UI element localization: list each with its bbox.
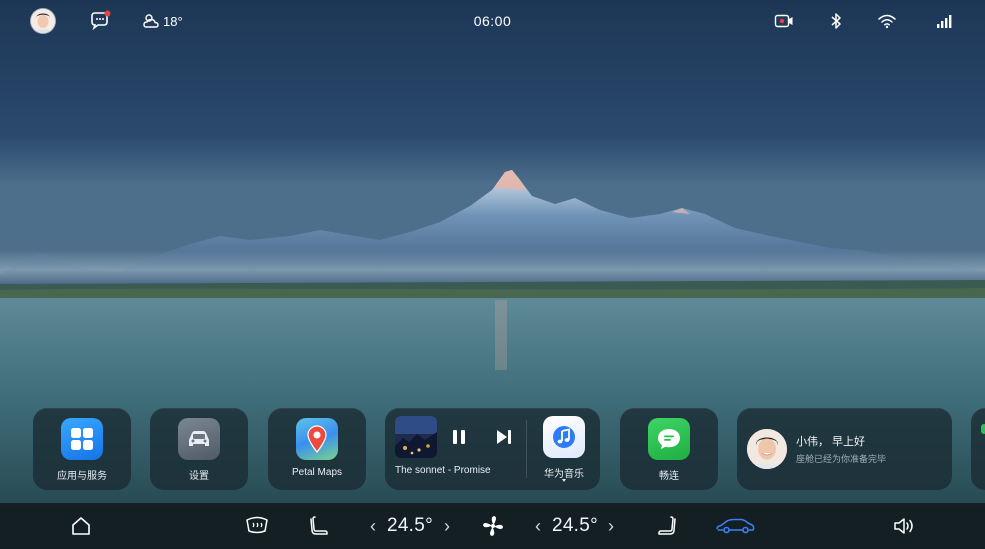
app-label: 畅连 [659,471,679,482]
greeting-title: 小伟， 早上好 [796,436,866,448]
signal-indicator [936,9,954,33]
rear-defrost-button[interactable] [244,513,270,539]
dashcam-button[interactable] [774,9,794,33]
volume-button[interactable] [890,513,918,539]
track-title: The sonnet - Promise [395,465,491,476]
avatar [747,429,787,469]
greeting-subtitle: 座舱已经为你准备完毕 [796,454,887,464]
bluetooth-button[interactable] [829,9,843,33]
next-track-button[interactable] [491,424,517,450]
rear-defrost-icon [246,516,268,534]
passenger-seat-button[interactable] [654,513,680,539]
app-label: Petal Maps [291,467,343,478]
next-icon [497,430,511,444]
map-pin-icon [296,418,338,460]
wifi-button[interactable] [877,9,897,33]
car-settings-icon [178,418,220,460]
chevron-right-icon: › [608,515,614,536]
music-note-icon[interactable] [543,416,585,458]
chat-bubble-icon [648,418,690,460]
app-card-apps-services[interactable]: 应用与服务 [33,408,131,490]
driver-seat-button[interactable] [306,513,332,539]
card-peek-icon [981,424,985,434]
chevron-left-icon: ‹ [370,515,376,536]
media-divider [526,420,527,478]
passenger-temperature[interactable]: 24.5° [551,513,599,539]
driver-seat-icon [310,516,328,535]
driver-temp-decrease[interactable]: ‹ [366,513,380,539]
driver-temp-increase[interactable]: › [440,513,454,539]
car-status-icon [716,518,755,534]
fan-button[interactable] [480,513,506,539]
app-card-petal-maps[interactable]: Petal Maps [268,408,366,490]
passenger-seat-icon [658,516,676,535]
volume-icon [894,518,913,534]
dashcam-icon [774,14,793,28]
status-bar: 18° 06:00 [0,0,985,42]
passenger-temp-increase[interactable]: › [604,513,618,539]
album-art[interactable] [395,416,437,458]
passenger-temp-decrease[interactable]: ‹ [531,513,545,539]
control-bar: ‹ 24.5° › ‹ 24.5° › [0,503,985,549]
fan-icon [483,516,503,536]
music-app-label: 华为音乐 [544,469,584,480]
avatar-face-icon [747,429,787,469]
app-label: 应用与服务 [57,471,107,482]
media-card[interactable]: The sonnet - Promise 华为音乐 [385,408,600,490]
driver-temperature[interactable]: 24.5° [386,513,434,539]
app-card-changlian[interactable]: 畅连 [620,408,718,490]
home-icon [72,517,90,535]
app-label: 设置 [189,471,209,482]
car-status-button[interactable] [714,513,756,539]
app-card-settings[interactable]: 设置 [150,408,248,490]
chevron-right-icon: › [444,515,450,536]
home-button[interactable] [68,513,94,539]
signal-icon [937,15,952,28]
pause-icon [453,430,465,444]
bluetooth-icon [831,13,841,29]
pause-button[interactable] [446,424,472,450]
chevron-left-icon: ‹ [535,515,541,536]
next-card-peek[interactable] [971,408,985,490]
expand-indicator-icon[interactable] [562,479,566,482]
wifi-icon [878,14,896,29]
app-grid-icon [61,418,103,460]
greeting-card[interactable]: 小伟， 早上好 座舱已经为你准备完毕 [737,408,952,490]
